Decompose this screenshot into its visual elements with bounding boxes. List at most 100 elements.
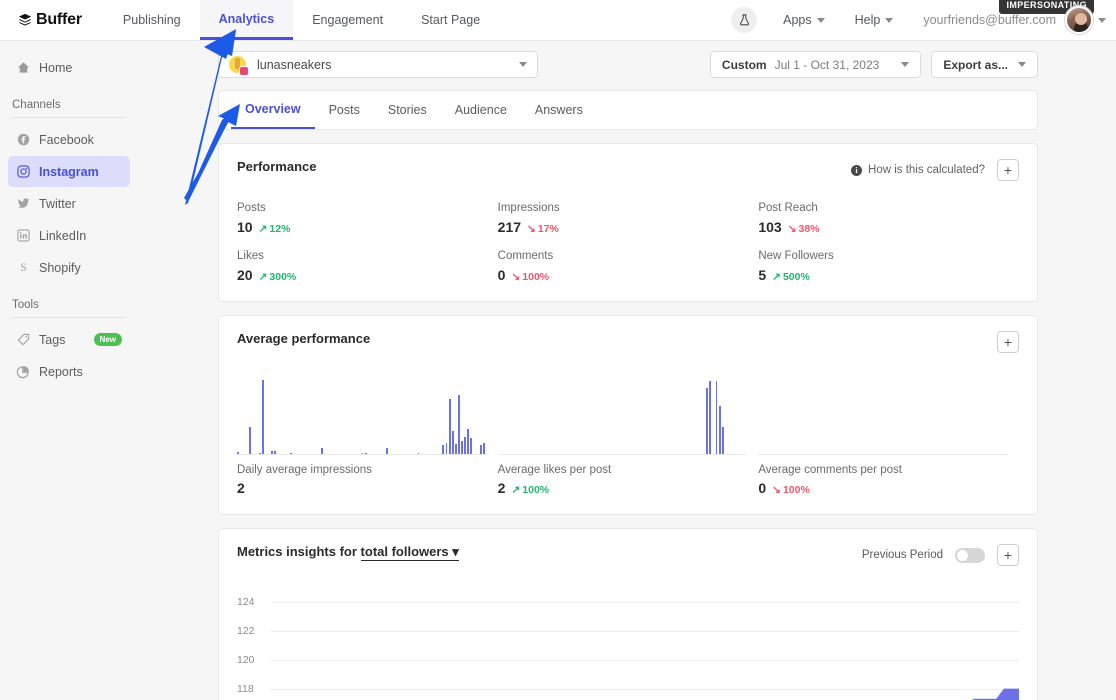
arrow-up-icon: ↗ (511, 484, 521, 496)
chevron-down-icon (885, 17, 894, 23)
metric-value-row: 5 ↗ 500% (758, 267, 1019, 283)
nav-tab-analytics[interactable]: Analytics (199, 0, 294, 40)
avg-delta: ↘ 100% (772, 484, 810, 496)
account-menu[interactable]: IMPERSONATING (999, 0, 1106, 34)
sidebar-item-tags[interactable]: Tags New (8, 324, 130, 355)
performance-card-header: Performance i How is this calculated? + (237, 159, 1019, 181)
date-range-label: Jul 1 - Oct 31, 2023 (774, 57, 880, 72)
y-axis-tick-label: 124 (237, 596, 255, 609)
avg-value-row: 2 ↗ 100% (498, 480, 747, 496)
metric-delta-value: 100% (522, 271, 550, 283)
nav-tab-publishing[interactable]: Publishing (104, 0, 200, 40)
metric-delta-value: 17% (537, 223, 559, 235)
previous-period-toggle[interactable] (955, 547, 985, 563)
metric-value-row: 10 ↗ 12% (237, 219, 498, 235)
help-menu[interactable]: Help (855, 13, 894, 27)
brand-label: Buffer (36, 11, 82, 28)
sidebar-item-facebook[interactable]: Facebook (8, 124, 130, 155)
chart-bar (442, 444, 445, 454)
metric-value: 20 (237, 267, 253, 283)
linkedin-icon (16, 229, 30, 243)
avg-delta: ↗ 100% (511, 484, 549, 496)
metric-delta-value: 300% (269, 271, 297, 283)
instagram-icon (16, 165, 30, 179)
avg-column-impressions: Daily average impressions 2 (237, 369, 498, 496)
chevron-down-icon (1098, 17, 1106, 23)
avatar (1065, 6, 1093, 34)
add-metric-button[interactable]: + (997, 331, 1019, 353)
average-performance-header: Average performance + (237, 331, 1019, 353)
avg-caption: Daily average impressions (237, 464, 372, 476)
sidebar-item-instagram[interactable]: Instagram (8, 156, 130, 187)
tab-stories[interactable]: Stories (374, 91, 441, 129)
card-title: Performance (237, 159, 317, 174)
how-calculated-label: How is this calculated? (868, 164, 985, 176)
add-metric-button[interactable]: + (997, 544, 1019, 566)
chart-bar (709, 380, 712, 454)
metric-label: Impressions (497, 202, 560, 214)
impressions-sparkline-chart (237, 369, 486, 455)
chart-bar (261, 379, 264, 454)
primary-nav-tabs: Publishing Analytics Engagement Start Pa… (104, 0, 499, 40)
apps-menu[interactable]: Apps (783, 13, 825, 27)
chart-bar (448, 399, 451, 454)
beaker-icon[interactable] (731, 7, 758, 33)
arrow-down-icon: ↘ (772, 484, 781, 496)
how-is-this-calculated-link[interactable]: i How is this calculated? (851, 164, 985, 176)
chevron-down-icon (519, 62, 527, 67)
nav-tab-start-page[interactable]: Start Page (402, 0, 499, 40)
avg-value-row: 0 ↘ 100% (758, 480, 1007, 496)
arrow-up-icon: ↗ (258, 223, 268, 235)
metric-value-row: 217 ↘ 17% (498, 219, 759, 235)
add-metric-button[interactable]: + (997, 159, 1019, 181)
metric-value: 0 (497, 267, 506, 283)
chart-bar (417, 452, 420, 454)
metric-dropdown[interactable]: total followers ▾ (360, 544, 459, 561)
chevron-down-icon (901, 62, 910, 67)
chart-bar (461, 441, 464, 454)
nav-tab-engagement[interactable]: Engagement (293, 0, 402, 40)
svg-text:S: S (20, 262, 26, 274)
channel-name: lunasneakers (257, 57, 332, 72)
tab-answers[interactable]: Answers (521, 91, 597, 129)
metric-label: Comments (497, 250, 554, 262)
metric-value-row: 0 ↘ 100% (498, 267, 759, 283)
help-label: Help (854, 13, 881, 27)
buffer-logo[interactable]: Buffer (0, 0, 104, 40)
metric-likes: Likes 20 ↗ 300% (237, 250, 498, 283)
sidebar-item-linkedin[interactable]: LinkedIn (8, 220, 130, 251)
main-content: lunasneakers Custom Jul 1 - Oct 31, 2023… (138, 41, 1116, 700)
metric-impressions: Impressions 217 ↘ 17% (498, 202, 759, 235)
sidebar-heading-tools: Tools (12, 299, 39, 311)
chart-bar (249, 426, 252, 454)
sidebar-item-reports[interactable]: Reports (8, 356, 130, 387)
metrics-insights-actions: Previous Period + (862, 544, 1019, 566)
metric-delta: ↘ 17% (527, 223, 559, 235)
channel-selector[interactable]: lunasneakers (218, 51, 538, 78)
chart-bar (718, 406, 721, 454)
y-axis-tick-label: 120 (237, 653, 255, 666)
status-badge: New (93, 333, 122, 346)
tab-audience[interactable]: Audience (441, 91, 521, 129)
sidebar-item-shopify[interactable]: S Shopify (8, 252, 130, 283)
sidebar-item-twitter[interactable]: Twitter (8, 188, 130, 219)
export-button[interactable]: Export as... (931, 51, 1038, 78)
sidebar: Home Channels Facebook Instagram Twitter (0, 41, 138, 700)
chart-bar (289, 452, 292, 454)
tab-posts[interactable]: Posts (315, 91, 374, 129)
arrow-up-icon: ↗ (258, 271, 268, 283)
metrics-insights-title: Metrics insights for total followers ▾ (237, 544, 459, 561)
tab-overview[interactable]: Overview (231, 91, 315, 129)
avg-column-likes: Average likes per post 2 ↗ 100% (497, 369, 759, 496)
performance-metrics-grid: Posts 10 ↗ 12% Impressions 217 ↘ 17% Pos… (237, 202, 1019, 283)
date-range-selector[interactable]: Custom Jul 1 - Oct 31, 2023 (709, 51, 922, 78)
sidebar-item-home[interactable]: Home (8, 52, 130, 83)
chart-bar (237, 451, 239, 454)
facebook-icon (16, 133, 30, 147)
chart-bar (721, 426, 724, 454)
metric-value: 217 (497, 219, 522, 235)
metric-delta: ↘ 100% (511, 271, 549, 283)
chart-bar (258, 452, 261, 454)
metrics-insights-title-prefix: Metrics insights for (237, 544, 357, 559)
chart-bar (386, 448, 389, 454)
